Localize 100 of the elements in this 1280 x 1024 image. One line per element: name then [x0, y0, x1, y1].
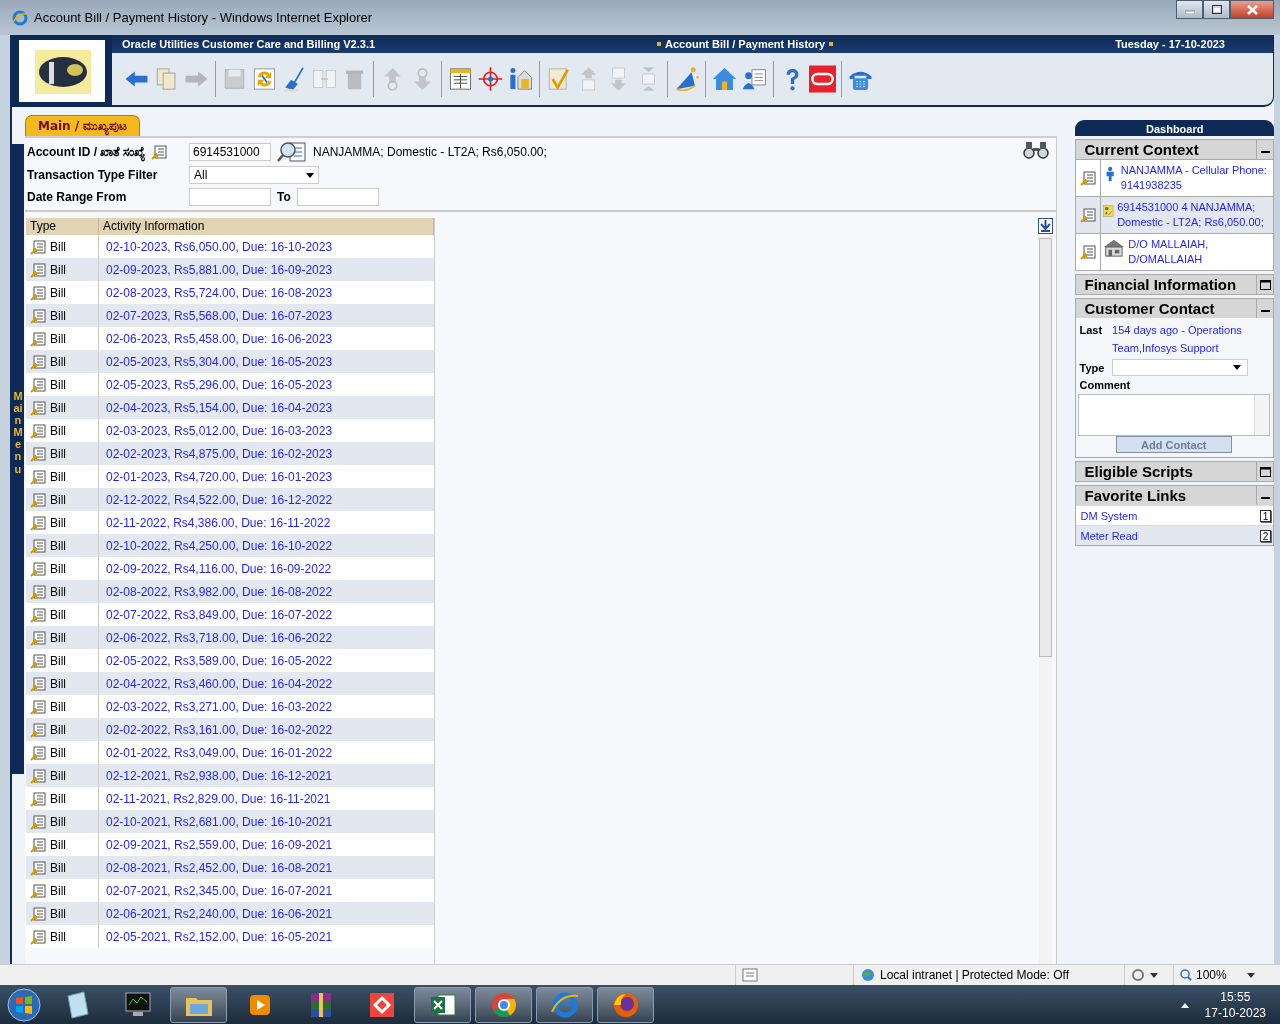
document-arrow-icon[interactable]: [29, 882, 46, 899]
taskbar-button[interactable]: [170, 986, 227, 1023]
minimize-button[interactable]: [1176, 0, 1203, 19]
activity-link[interactable]: 02-02-2023, Rs4,875.00, Due: 16-02-2023: [98, 446, 434, 461]
maximize-icon[interactable]: [1211, 5, 1222, 14]
document-arrow-icon[interactable]: [29, 928, 46, 945]
activity-link[interactable]: 02-10-2022, Rs4,250.00, Due: 16-10-2022: [98, 538, 434, 553]
document-arrow-icon[interactable]: [29, 813, 46, 830]
shortcut-key[interactable]: 1: [1260, 509, 1271, 522]
document-arrow-icon[interactable]: [29, 652, 46, 669]
close-button[interactable]: [1230, 0, 1274, 19]
context-menu-icon[interactable]: [1080, 244, 1097, 260]
document-arrow-icon[interactable]: [29, 721, 46, 738]
context-menu-icon[interactable]: [1080, 170, 1097, 186]
activity-link[interactable]: 02-07-2022, Rs3,849.00, Due: 16-07-2022: [98, 607, 434, 622]
activity-link[interactable]: 02-04-2022, Rs3,460.00, Due: 16-04-2022: [98, 676, 434, 691]
document-arrow-icon[interactable]: [29, 537, 46, 554]
document-arrow-icon[interactable]: [29, 468, 46, 485]
transaction-type-dropdown[interactable]: All: [188, 166, 319, 184]
search-icon[interactable]: [276, 141, 307, 163]
last-contact-link[interactable]: 154 days ago - Operations Team,Infosys Support: [1112, 321, 1271, 357]
document-arrow-icon[interactable]: [29, 859, 46, 876]
expand-icon[interactable]: [1259, 279, 1271, 290]
close-icon[interactable]: [1246, 4, 1258, 15]
document-arrow-icon[interactable]: [29, 376, 46, 393]
activity-link[interactable]: 02-02-2022, Rs3,161.00, Due: 16-02-2022: [98, 722, 434, 737]
document-arrow-icon[interactable]: [29, 698, 46, 715]
activity-link[interactable]: 02-05-2023, Rs5,296.00, Due: 16-05-2023: [98, 377, 434, 392]
document-arrow-icon[interactable]: [29, 238, 46, 255]
show-hidden-icons-icon[interactable]: [1180, 1001, 1189, 1008]
comment-field[interactable]: [1078, 394, 1271, 436]
expand-icon[interactable]: [1259, 466, 1271, 477]
document-arrow-icon[interactable]: [29, 560, 46, 577]
context-link[interactable]: D/O MALLAIAH, D/OMALLAIAH: [1128, 237, 1271, 267]
activity-link[interactable]: 02-10-2023, Rs6,050.00, Due: 16-10-2023: [98, 239, 434, 254]
maximize-button[interactable]: [1203, 0, 1230, 19]
document-arrow-icon[interactable]: [29, 514, 46, 531]
activity-link[interactable]: 02-01-2023, Rs4,720.00, Due: 16-01-2023: [98, 469, 434, 484]
activity-link[interactable]: 02-07-2021, Rs2,345.00, Due: 16-07-2021: [98, 883, 434, 898]
shortcut-key[interactable]: 2: [1260, 529, 1271, 542]
document-arrow-icon[interactable]: [29, 399, 46, 416]
document-arrow-icon[interactable]: [29, 583, 46, 600]
document-arrow-icon[interactable]: [29, 491, 46, 508]
protected-mode-icon[interactable]: [1131, 968, 1159, 982]
activity-link[interactable]: 02-11-2021, Rs2,829.00, Due: 16-11-2021: [98, 791, 434, 806]
context-menu-icon[interactable]: [1080, 207, 1097, 223]
account-id-field[interactable]: 6914531000: [188, 143, 271, 161]
activity-link[interactable]: 02-10-2021, Rs2,681.00, Due: 16-10-2021: [98, 814, 434, 829]
taskbar-button[interactable]: [414, 986, 471, 1023]
tab[interactable]: Main / ಮುಖ್ಯಪುಟ: [24, 115, 141, 136]
activity-link[interactable]: 02-06-2021, Rs2,240.00, Due: 16-06-2021: [98, 906, 434, 921]
activity-link[interactable]: 02-03-2022, Rs3,271.00, Due: 16-03-2022: [98, 699, 434, 714]
activity-link[interactable]: 02-03-2023, Rs5,012.00, Due: 16-03-2023: [98, 423, 434, 438]
date-from-field[interactable]: [188, 188, 271, 206]
activity-link[interactable]: 02-08-2021, Rs2,452.00, Due: 16-08-2021: [98, 860, 434, 875]
document-arrow-icon[interactable]: [29, 836, 46, 853]
download-icon[interactable]: [1038, 218, 1054, 234]
activity-link[interactable]: 02-09-2022, Rs4,116.00, Due: 16-09-2022: [98, 561, 434, 576]
activity-link[interactable]: 02-09-2021, Rs2,559.00, Due: 16-09-2021: [98, 837, 434, 852]
document-arrow-icon[interactable]: [29, 629, 46, 646]
activity-link[interactable]: 02-06-2023, Rs5,458.00, Due: 16-06-2023: [98, 331, 434, 346]
activity-link[interactable]: 02-08-2023, Rs5,724.00, Due: 16-08-2023: [98, 285, 434, 300]
activity-link[interactable]: 02-05-2023, Rs5,304.00, Due: 16-05-2023: [98, 354, 434, 369]
activity-link[interactable]: 02-11-2022, Rs4,386.00, Due: 16-11-2022: [98, 515, 434, 530]
activity-link[interactable]: 02-08-2022, Rs3,982.00, Due: 16-08-2022: [98, 584, 434, 599]
document-arrow-icon[interactable]: [29, 284, 46, 301]
activity-link[interactable]: 02-01-2022, Rs3,049.00, Due: 16-01-2022: [98, 745, 434, 760]
favorite-link[interactable]: Meter Read: [1080, 529, 1138, 542]
document-arrow-icon[interactable]: [29, 767, 46, 784]
document-arrow-icon[interactable]: [29, 790, 46, 807]
document-arrow-icon[interactable]: [29, 744, 46, 761]
document-arrow-icon[interactable]: [29, 606, 46, 623]
contact-type-dropdown[interactable]: [1112, 359, 1249, 376]
activity-link[interactable]: 02-12-2021, Rs2,938.00, Due: 16-12-2021: [98, 768, 434, 783]
activity-link[interactable]: 02-07-2023, Rs5,568.00, Due: 16-07-2023: [98, 308, 434, 323]
activity-link[interactable]: 02-04-2023, Rs5,154.00, Due: 16-04-2023: [98, 400, 434, 415]
favorite-link[interactable]: DM System: [1080, 509, 1138, 522]
document-arrow-icon[interactable]: [29, 261, 46, 278]
activity-link[interactable]: 02-05-2021, Rs2,152.00, Due: 16-05-2021: [98, 929, 434, 944]
document-arrow-icon[interactable]: [29, 353, 46, 370]
page-icon[interactable]: [742, 968, 758, 982]
scrollbar[interactable]: [1039, 236, 1053, 964]
taskbar-button[interactable]: [475, 986, 532, 1023]
document-arrow-icon[interactable]: [29, 445, 46, 462]
start-button[interactable]: [7, 987, 41, 1022]
document-arrow-icon[interactable]: [29, 675, 46, 692]
context-link[interactable]: NANJAMMA - Cellular Phone: 9141938235: [1120, 163, 1271, 193]
context-menu-icon[interactable]: [150, 144, 167, 160]
document-arrow-icon[interactable]: [29, 422, 46, 439]
document-arrow-icon[interactable]: [29, 905, 46, 922]
activity-link[interactable]: 02-09-2023, Rs5,881.00, Due: 16-09-2023: [98, 262, 434, 277]
binoculars-icon[interactable]: [1022, 140, 1051, 160]
activity-link[interactable]: 02-05-2022, Rs3,589.00, Due: 16-05-2022: [98, 653, 434, 668]
zoom-level[interactable]: 100%: [1196, 968, 1227, 982]
document-arrow-icon[interactable]: [29, 307, 46, 324]
taskbar-button[interactable]: [597, 986, 654, 1023]
document-arrow-icon[interactable]: [29, 330, 46, 347]
activity-link[interactable]: 02-12-2022, Rs4,522.00, Due: 16-12-2022: [98, 492, 434, 507]
date-to-field[interactable]: [296, 188, 379, 206]
activity-link[interactable]: 02-06-2022, Rs3,718.00, Due: 16-06-2022: [98, 630, 434, 645]
